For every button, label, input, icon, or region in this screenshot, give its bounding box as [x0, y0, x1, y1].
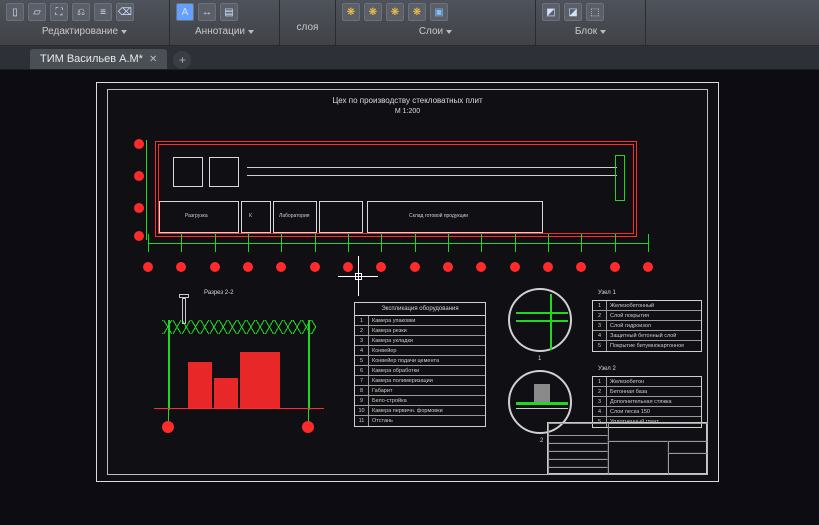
drawing-scale: М 1:200	[108, 108, 707, 115]
ribbon-sub-label: слоя	[286, 12, 329, 35]
annot-table-icon[interactable]: ▤	[220, 3, 238, 21]
drawing-frame: Цех по производству стекловатных плит М …	[107, 89, 708, 475]
plan-room-label: Склад готовой продукции	[409, 213, 468, 219]
spec-row: 10Камера первичн. формовки	[355, 406, 485, 416]
ribbon-label-text: Слои	[419, 26, 443, 37]
layer-icon-1[interactable]: ❋	[342, 3, 360, 21]
drawing-title: Цех по производству стекловатных плит	[108, 96, 707, 105]
title-block	[547, 422, 707, 474]
ribbon-label-text: Аннотации	[195, 26, 245, 37]
edit-tool-3[interactable]: ⛶	[50, 3, 68, 21]
node-row: 3Слой гидроизол	[593, 321, 701, 331]
ribbon-label-text: Блок	[575, 26, 597, 37]
annot-text-icon[interactable]: A	[176, 3, 194, 21]
layer-icon-2[interactable]: ❋	[364, 3, 382, 21]
plan-axis-vertical	[134, 140, 148, 240]
node-row: 4Защитный бетонный слой	[593, 331, 701, 341]
ribbon-group-block: ◩ ◪ ⬚ Блок	[536, 0, 646, 45]
cursor-pickbox	[355, 273, 362, 280]
block-icon-1[interactable]: ◩	[542, 3, 560, 21]
spec-row: 11Отстань	[355, 416, 485, 426]
floor-plan: Разгрузка К Лаборатория Склад готовой пр…	[158, 144, 634, 234]
plan-axis-horizontal	[148, 234, 648, 254]
ribbon-label-block[interactable]: Блок	[542, 22, 639, 39]
section-view	[154, 302, 324, 417]
drawing-sheet: Цех по производству стекловатных плит М …	[96, 82, 719, 482]
edit-tool-4[interactable]: ⎌	[72, 3, 90, 21]
block-icon-2[interactable]: ◪	[564, 3, 582, 21]
chevron-down-icon	[446, 30, 452, 34]
node-row: 2Слой покрытия	[593, 311, 701, 321]
spec-row: 3Камера укладки	[355, 336, 485, 346]
ribbon-label-text: Редактирование	[42, 26, 118, 37]
chevron-down-icon	[600, 30, 606, 34]
node2-table: 1Железобетон2Бетонная база3Дополнительна…	[592, 376, 702, 428]
ribbon-label-edit[interactable]: Редактирование	[6, 22, 163, 39]
edit-tool-6[interactable]: ⌫	[116, 3, 134, 21]
node-row: 1Железобетонный	[593, 301, 701, 311]
layer-icon-5[interactable]: ▣	[430, 3, 448, 21]
node1-title: Узел 1	[598, 290, 616, 296]
ribbon-label-annot[interactable]: Аннотации	[176, 22, 273, 39]
chevron-down-icon	[248, 30, 254, 34]
node1-table: 1Железобетонный2Слой покрытия3Слой гидро…	[592, 300, 702, 352]
spec-row: 8Габарит	[355, 386, 485, 396]
spec-row: 6Камера обработки	[355, 366, 485, 376]
plan-room-label: Разгрузка	[185, 213, 208, 219]
ribbon-group-annot: A ↔ ▤ Аннотации	[170, 0, 280, 45]
node-row: 3Дополнительная стяжка	[593, 397, 701, 407]
section-title: Разрез 2-2	[204, 290, 233, 296]
node2-title: Узел 2	[598, 366, 616, 372]
layer-icon-4[interactable]: ❋	[408, 3, 426, 21]
edit-tool-1[interactable]: ▯	[6, 3, 24, 21]
block-icon-3[interactable]: ⬚	[586, 3, 604, 21]
spec-row: 5Конвейер подачи цемента	[355, 356, 485, 366]
spec-row: 4Конвейер	[355, 346, 485, 356]
drawing-canvas[interactable]: Цех по производству стекловатных плит М …	[0, 70, 819, 525]
ribbon-label-layers[interactable]: Слои	[342, 22, 529, 39]
detail-node-1: 1	[508, 288, 572, 352]
new-tab-button[interactable]: +	[173, 51, 191, 69]
chevron-down-icon	[121, 30, 127, 34]
spec-row: 9Бело-стройка	[355, 396, 485, 406]
spec-row: 7Камера полимеризации	[355, 376, 485, 386]
close-icon[interactable]: ✕	[149, 54, 157, 65]
ribbon-group-edit: ▯ ▱ ⛶ ⎌ ≡ ⌫ Редактирование	[0, 0, 170, 45]
ribbon: ▯ ▱ ⛶ ⎌ ≡ ⌫ Редактирование A ↔ ▤ Аннотац…	[0, 0, 819, 46]
spec-table-header: Экспликация оборудования	[355, 303, 485, 316]
spec-row: 1Камера упаковки	[355, 316, 485, 326]
edit-tool-5[interactable]: ≡	[94, 3, 112, 21]
node-row: 2Бетонная база	[593, 387, 701, 397]
edit-tool-2[interactable]: ▱	[28, 3, 46, 21]
node-row: 5Покрытие битумнокартонное	[593, 341, 701, 351]
file-tab-label: ТИМ Васильев А.М*	[40, 53, 143, 65]
plan-room-label: Лаборатория	[279, 213, 309, 219]
layer-icon-3[interactable]: ❋	[386, 3, 404, 21]
node-row: 1Железобетон	[593, 377, 701, 387]
file-tab-active[interactable]: ТИМ Васильев А.М* ✕	[30, 49, 167, 69]
plan-room-label: К	[249, 213, 252, 219]
document-tabs: ТИМ Васильев А.М* ✕ +	[0, 46, 819, 70]
node-row: 4Слои песка 150	[593, 407, 701, 417]
ribbon-group-layers: ❋ ❋ ❋ ❋ ▣ Слои	[336, 0, 536, 45]
equipment-spec-table: Экспликация оборудования 1Камера упаковк…	[354, 302, 486, 427]
annot-dim-icon[interactable]: ↔	[198, 3, 216, 21]
ribbon-group-subtext: слоя	[280, 0, 336, 45]
spec-row: 2Камера резки	[355, 326, 485, 336]
